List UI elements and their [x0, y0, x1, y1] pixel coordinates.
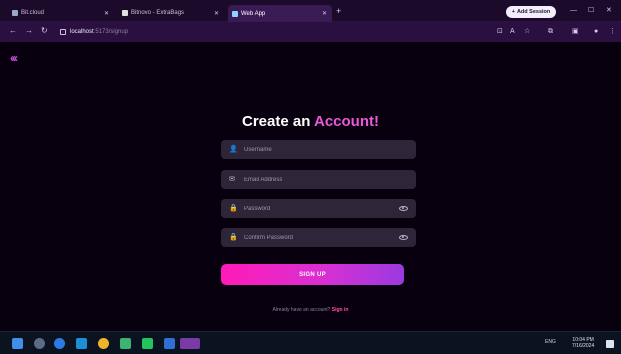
tab-favicon-icon [12, 10, 18, 16]
email-field[interactable]: ✉ [221, 170, 416, 189]
windows-start-icon[interactable] [12, 338, 23, 349]
browser-tab-3[interactable]: Web App ✕ [228, 5, 332, 22]
plus-icon: + [511, 9, 515, 15]
terminal-icon[interactable] [142, 338, 153, 349]
already-text: Already have an account? [272, 307, 331, 313]
taskbar: ENG 10:04 PM 7/16/2024 [0, 331, 621, 354]
url-path: :5173/signup [93, 29, 129, 35]
close-icon[interactable]: ✕ [104, 10, 109, 17]
vscode-icon[interactable] [164, 338, 175, 349]
edge-icon[interactable] [54, 338, 65, 349]
close-icon[interactable]: ✕ [322, 10, 327, 17]
password-input[interactable] [244, 205, 399, 212]
translate-icon[interactable]: A [510, 27, 515, 37]
add-session-label: Add Session [516, 9, 551, 15]
address-bar: ← → ↻ localhost:5173/signup ⊡ A ☆ ⧉ ▣ ● … [0, 22, 621, 42]
lock-icon: 🔒 [229, 234, 238, 241]
search-icon[interactable] [34, 338, 45, 349]
username-input[interactable] [244, 146, 408, 153]
confirm-password-field[interactable]: 🔒 [221, 228, 416, 247]
show-password-icon[interactable] [399, 206, 408, 211]
title-main: Create an [242, 113, 311, 130]
extensions-icon[interactable]: ⧉ [548, 27, 553, 37]
store-icon[interactable] [76, 338, 87, 349]
lock-icon: 🔒 [229, 205, 238, 212]
browser-tab-strip: Bit.cloud ✕ Bitnovo - ExtraBags ✕ Web Ap… [0, 0, 621, 22]
back-chevrons-icon[interactable]: ‹‹‹ [10, 52, 18, 64]
tab-label: Web App [241, 10, 266, 17]
site-info-icon[interactable] [60, 29, 66, 35]
taskbar-clock[interactable]: 10:04 PM 7/16/2024 [572, 337, 594, 349]
new-tab-button[interactable]: + [336, 6, 341, 16]
confirm-password-input[interactable] [244, 234, 399, 241]
email-input[interactable] [244, 176, 408, 183]
tab-label: Bit.cloud [21, 10, 45, 16]
email-icon: ✉ [229, 176, 235, 183]
url-field[interactable]: localhost:5173/signup [60, 27, 128, 37]
forward-arrow-icon[interactable]: → [25, 26, 33, 36]
back-arrow-icon[interactable]: ← [9, 26, 17, 36]
title-accent: Account! [314, 113, 379, 130]
profile-icon[interactable]: ● [594, 27, 598, 37]
close-window-icon[interactable]: ✕ [606, 6, 612, 16]
system-tray[interactable]: ENG [545, 339, 556, 345]
screen: Bit.cloud ✕ Bitnovo - ExtraBags ✕ Web Ap… [0, 0, 621, 354]
tab-label: Bitnovo - ExtraBags [131, 10, 185, 16]
tab-favicon-icon [122, 10, 128, 16]
close-icon[interactable]: ✕ [214, 10, 219, 17]
reload-icon[interactable]: ↻ [41, 26, 48, 36]
tab-favicon-icon [232, 10, 238, 17]
maximize-icon[interactable]: ☐ [588, 6, 594, 16]
file-explorer-icon[interactable] [120, 338, 131, 349]
bookmark-star-icon[interactable]: ☆ [524, 27, 530, 37]
user-icon: 👤 [229, 146, 238, 153]
password-field[interactable]: 🔒 [221, 199, 416, 218]
install-icon[interactable]: ⊡ [497, 27, 503, 37]
signin-prompt: Already have an account? Sign in [0, 307, 621, 313]
browser-tab-2[interactable]: Bitnovo - ExtraBags ✕ [118, 6, 224, 20]
url-host: localhost [70, 29, 94, 35]
chrome-icon[interactable] [98, 338, 109, 349]
browser-tab-1[interactable]: Bit.cloud ✕ [8, 6, 114, 20]
sidebar-icon[interactable]: ▣ [572, 27, 579, 37]
notification-icon[interactable] [606, 340, 614, 348]
menu-dots-icon[interactable]: ⋮ [609, 27, 616, 37]
clock-date: 7/16/2024 [572, 343, 595, 349]
signup-page: ‹‹‹ Create an Account! 👤 ✉ 🔒 🔒 SIGN UP A… [0, 42, 621, 331]
show-confirm-password-icon[interactable] [399, 235, 408, 240]
signin-link[interactable]: Sign in [332, 307, 349, 313]
add-session-button[interactable]: + Add Session [506, 6, 556, 18]
page-title: Create an Account! [0, 113, 621, 130]
username-field[interactable]: 👤 [221, 140, 416, 159]
opera-gx-icon[interactable] [180, 338, 200, 349]
signup-button[interactable]: SIGN UP [221, 264, 404, 285]
minimize-icon[interactable]: — [570, 6, 577, 16]
